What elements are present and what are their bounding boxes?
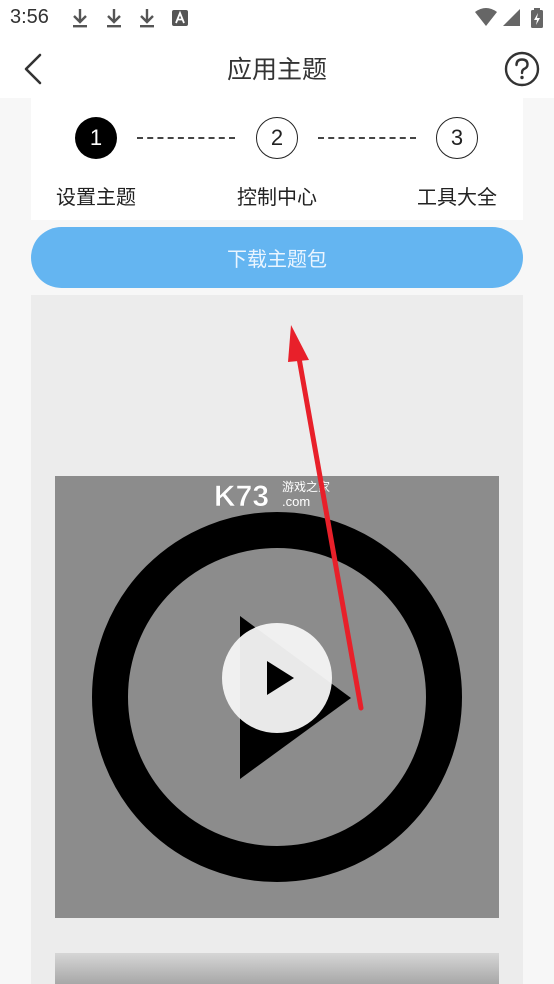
step-3-number: 3 bbox=[450, 125, 464, 150]
watermark-sub2: .com bbox=[282, 494, 310, 509]
step-connector bbox=[318, 137, 416, 139]
download-icon bbox=[107, 9, 121, 28]
step-connector bbox=[137, 137, 235, 139]
step-1-label: 设置主题 bbox=[56, 185, 136, 209]
step-2-indicator: 2 bbox=[256, 117, 298, 159]
step-3-label: 工具大全 bbox=[417, 185, 497, 209]
wifi-icon bbox=[475, 8, 497, 26]
play-button[interactable] bbox=[222, 623, 332, 733]
status-bar: 3:56 bbox=[0, 0, 554, 38]
step-2-label: 控制中心 bbox=[237, 185, 317, 209]
download-theme-label: 下载主题包 bbox=[227, 247, 327, 271]
step-1-number: 1 bbox=[89, 125, 103, 150]
app-header: 应用主题 bbox=[0, 38, 554, 98]
second-preview-thumbnail[interactable] bbox=[55, 953, 499, 984]
status-time: 3:56 bbox=[10, 6, 49, 28]
k73-watermark-logo: K73 游戏之家 .com bbox=[214, 479, 330, 513]
help-button[interactable] bbox=[504, 51, 540, 87]
battery-charging-icon bbox=[531, 8, 543, 28]
download-theme-button[interactable]: 下载主题包 bbox=[31, 227, 523, 288]
download-icon bbox=[73, 9, 87, 28]
font-a-icon bbox=[172, 10, 188, 26]
watermark-sub1: 游戏之家 bbox=[282, 479, 330, 494]
theme-preview: K73 游戏之家 .com bbox=[31, 295, 523, 984]
theme-stepper: 1 2 3 设置主题 控制中心 工具大全 bbox=[31, 98, 523, 220]
step-1-indicator: 1 bbox=[75, 117, 117, 159]
watermark-brand: K73 bbox=[214, 480, 269, 513]
download-icon bbox=[140, 9, 154, 28]
play-icon bbox=[267, 661, 294, 695]
page-title: 应用主题 bbox=[226, 55, 327, 84]
step-3-indicator: 3 bbox=[436, 117, 478, 159]
step-2-number: 2 bbox=[270, 125, 284, 150]
signal-icon bbox=[503, 9, 520, 26]
